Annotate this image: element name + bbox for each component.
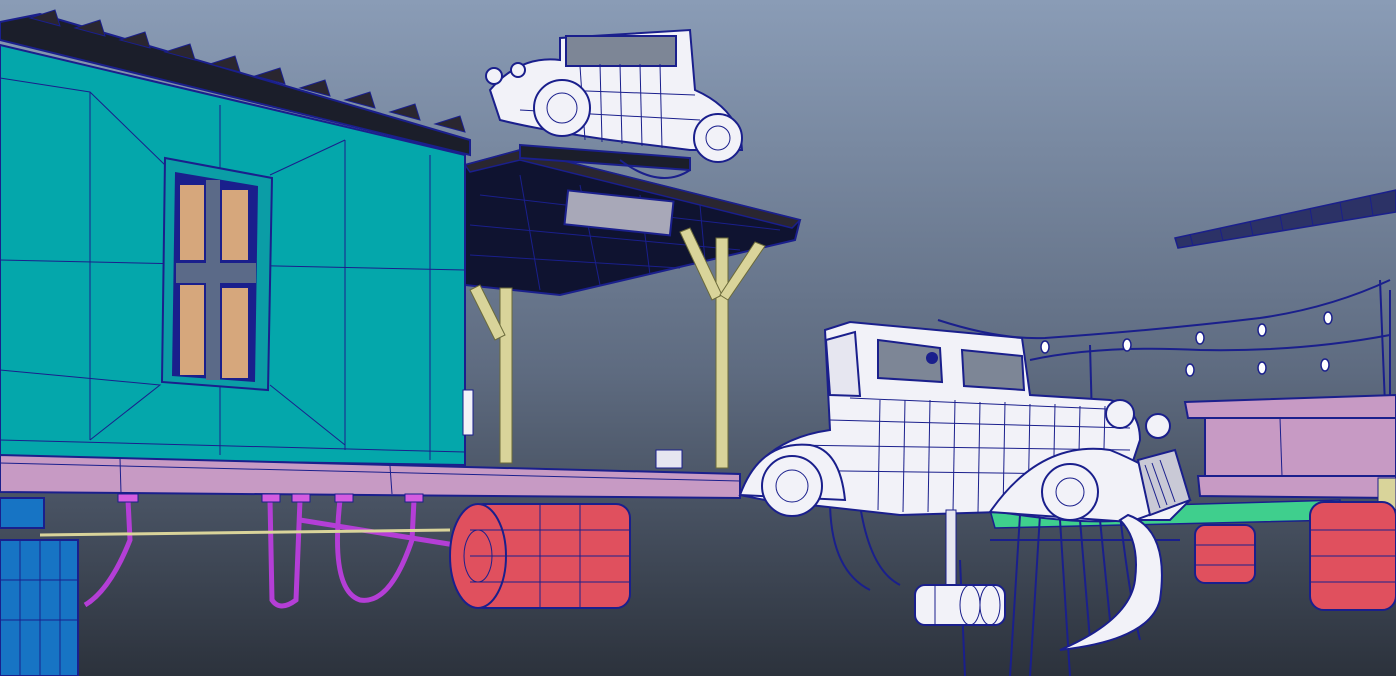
- 3d-wireframe-viewport[interactable]: [0, 0, 1396, 676]
- scene-canvas[interactable]: [0, 0, 1396, 676]
- red-tank-left: [449, 503, 631, 609]
